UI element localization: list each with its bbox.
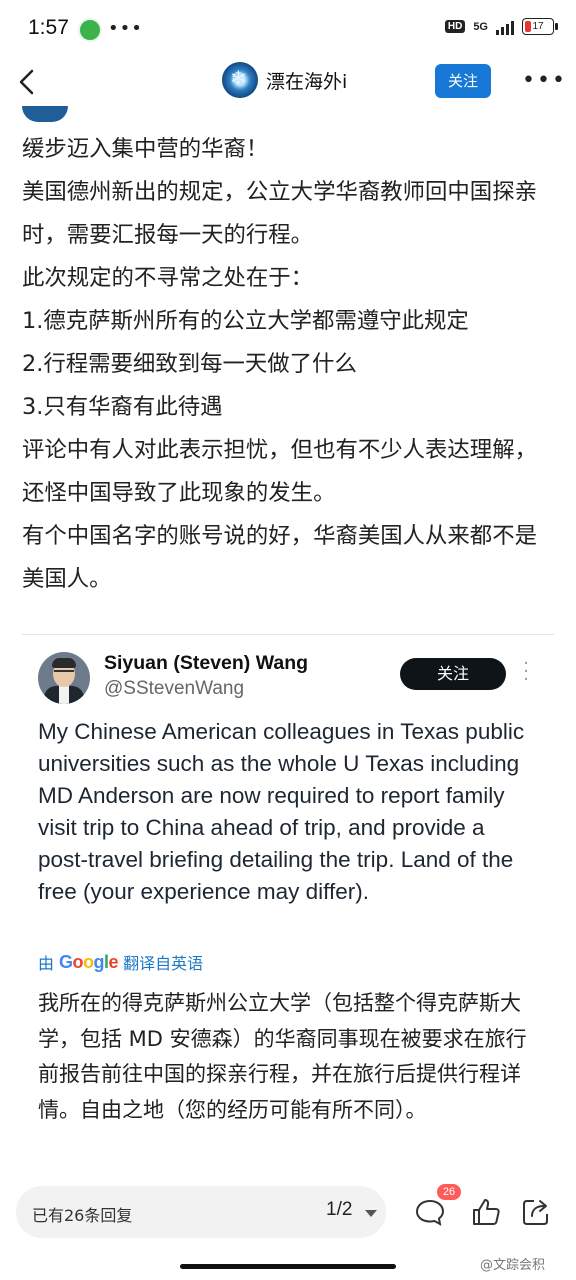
post-line: 有个中国名字的账号说的好，华裔美国人从来都不是美国人。 xyxy=(22,523,537,592)
post-body: 缓步迈入集中营的华裔！ 美国德州新出的规定，公立大学华裔教师回中国探亲时，需要汇… xyxy=(22,128,558,601)
network-type: 5G xyxy=(473,20,488,33)
battery-icon: 17 xyxy=(522,18,558,35)
like-icon[interactable] xyxy=(470,1196,502,1228)
chevron-down-icon[interactable] xyxy=(365,1210,377,1217)
follow-button[interactable]: 关注 xyxy=(435,64,491,98)
tweet-body: My Chinese American colleagues in Texas … xyxy=(38,719,525,904)
account-name[interactable]: 漂在海外i xyxy=(266,67,347,94)
translate-prefix: 由 xyxy=(38,954,55,973)
tweet-author-name: Siyuan (Steven) Wang xyxy=(104,652,309,674)
post-line: 2.行程需要细致到每一天做了什么 xyxy=(22,351,357,377)
hd-icon: HD xyxy=(444,20,466,33)
app-notification-icon xyxy=(78,18,102,42)
tweet-follow-button: 关注 xyxy=(400,658,506,690)
scrolled-avatar-edge xyxy=(22,106,68,122)
tweet-translation: 我所在的得克萨斯州公立大学（包括整个得克萨斯大学，包括 MD 安德森）的华裔同事… xyxy=(38,991,527,1122)
tweet-author-avatar xyxy=(38,652,90,704)
status-indicators: HD 5G 17 xyxy=(444,18,558,35)
account-header[interactable]: 漂在海外i xyxy=(222,62,347,98)
more-horizontal-icon[interactable]: ••• xyxy=(522,68,567,93)
reply-count-text: 已有26条回复 xyxy=(32,1206,133,1225)
google-logo: Google xyxy=(59,951,119,972)
post-line: 3.只有华裔有此待遇 xyxy=(22,394,223,420)
post-line: 评论中有人对此表示担忧，但也有不少人表达理解，还怪中国导致了此现象的发生。 xyxy=(22,437,537,506)
page-indicator[interactable]: 1/2 xyxy=(326,1199,352,1221)
bottom-action-bar: 已有26条回复 1/2 26 @文踪会积 xyxy=(0,1168,576,1280)
status-dots: ••• xyxy=(108,18,143,39)
top-nav-bar: 漂在海外i 关注 ••• xyxy=(0,58,576,108)
back-arrow-icon[interactable] xyxy=(14,66,44,98)
comment-count-badge: 26 xyxy=(437,1184,461,1200)
comment-icon[interactable] xyxy=(414,1196,446,1228)
home-indicator[interactable] xyxy=(180,1264,396,1269)
post-line: 缓步迈入集中营的华裔！ xyxy=(22,136,269,162)
signal-strength-icon xyxy=(496,19,514,35)
tweet-author-handle: @SStevenWang xyxy=(104,678,245,699)
status-time: 1:57 xyxy=(28,16,69,39)
tweet-more-vertical-icon: · · · xyxy=(523,653,529,690)
translation-label: 由 Google 翻译自英语 xyxy=(38,950,203,974)
divider xyxy=(22,634,554,635)
translate-suffix: 翻译自英语 xyxy=(123,954,204,973)
watermark: @文踪会积 xyxy=(480,1258,546,1273)
account-avatar[interactable] xyxy=(222,62,258,98)
reply-input[interactable]: 已有26条回复 1/2 xyxy=(16,1186,386,1238)
post-line: 此次规定的不寻常之处在于： xyxy=(22,265,314,291)
post-line: 1.德克萨斯州所有的公立大学都需遵守此规定 xyxy=(22,308,469,334)
post-line: 美国德州新出的规定，公立大学华裔教师回中国探亲时，需要汇报每一天的行程。 xyxy=(22,179,537,248)
status-bar: 1:57 ••• HD 5G 17 xyxy=(0,0,576,58)
share-icon[interactable] xyxy=(520,1196,552,1228)
